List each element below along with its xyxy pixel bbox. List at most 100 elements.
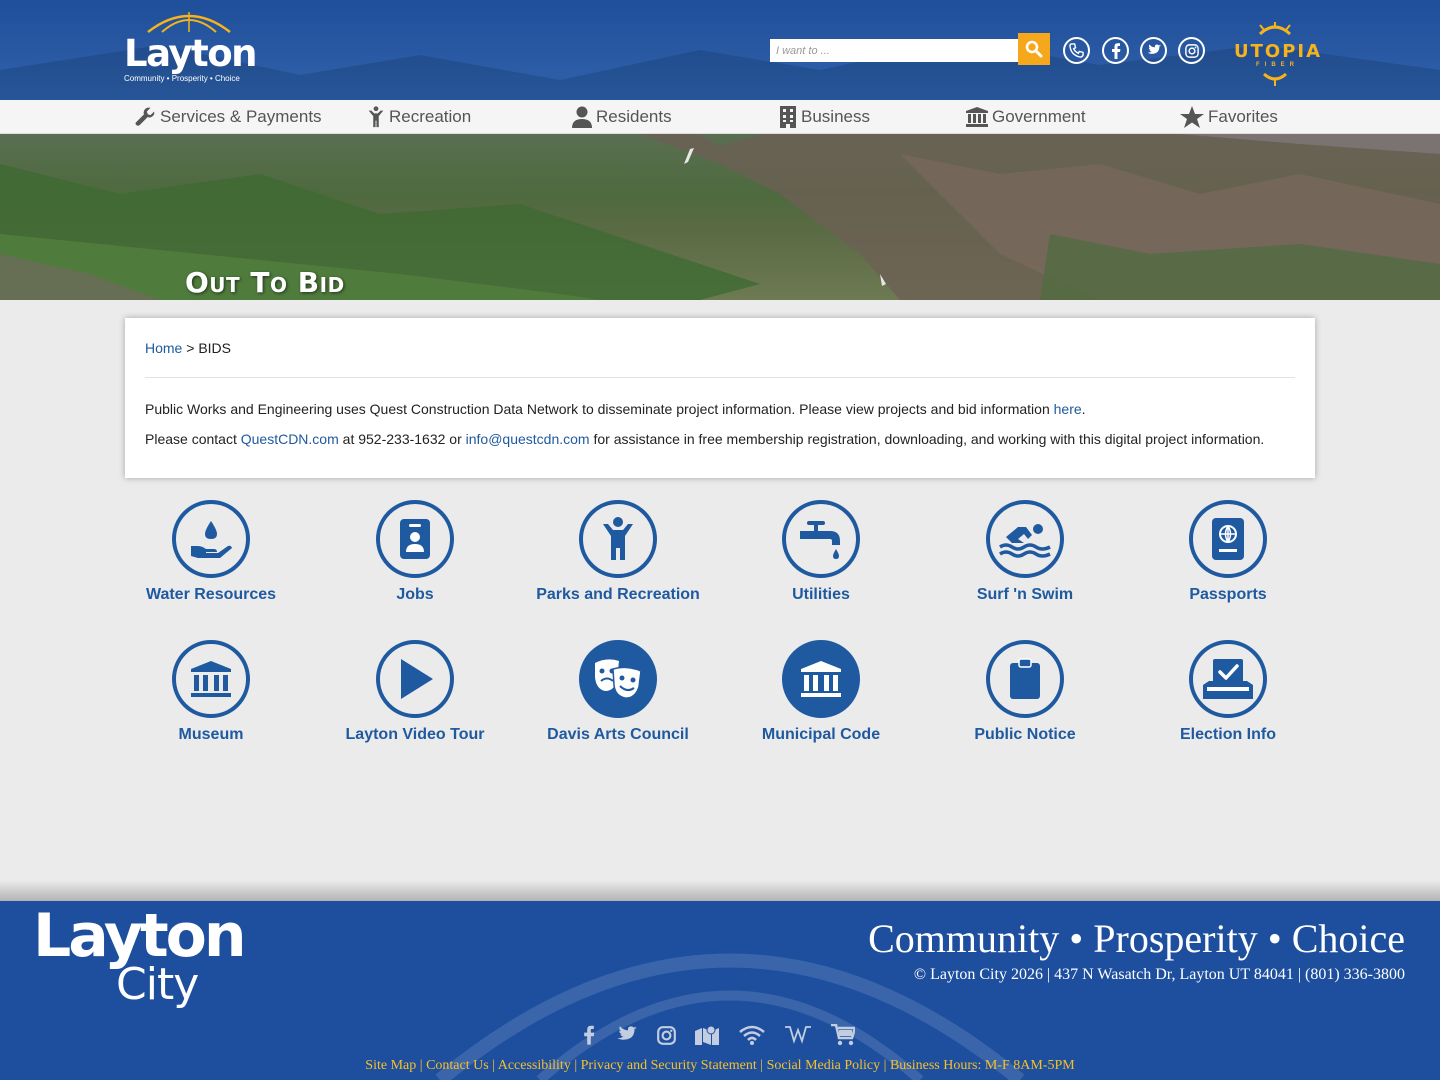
nav-label: Government xyxy=(992,107,1086,126)
here-link[interactable]: here xyxy=(1054,401,1082,417)
facebook-icon xyxy=(1111,42,1120,59)
tile-layton-video-tour[interactable]: Layton Video Tour xyxy=(320,640,510,744)
swimmer-icon xyxy=(999,524,1051,558)
layton-logo[interactable]: Layton Community • Prosperity • Choice xyxy=(122,10,257,86)
instagram-icon xyxy=(656,1025,676,1045)
footer-link-site-map[interactable]: Site Map xyxy=(365,1058,416,1073)
footer-facebook-link[interactable] xyxy=(583,1025,595,1045)
tile-water-resources[interactable]: Water Resources xyxy=(116,500,306,604)
breadcrumb-separator: > xyxy=(186,340,195,356)
tile-circle xyxy=(986,500,1064,578)
footer-links: Site Map | Contact Us | Accessibility | … xyxy=(0,1058,1440,1074)
tile-jobs[interactable]: Jobs xyxy=(320,500,510,604)
ballot-box-icon xyxy=(1203,659,1253,699)
tile-circle xyxy=(376,500,454,578)
tile-circle xyxy=(579,640,657,718)
tile-circle xyxy=(172,640,250,718)
main-nav: Services & Payments Recreation Residents… xyxy=(0,100,1440,134)
nav-item-business[interactable]: Business xyxy=(779,100,870,134)
map-icon xyxy=(695,1025,720,1045)
phone-link[interactable] xyxy=(1063,37,1090,64)
instagram-link[interactable] xyxy=(1178,37,1205,64)
footer-link-accessibility[interactable]: Accessibility xyxy=(498,1058,571,1073)
site-footer: Layton City Community • Prosperity • Cho… xyxy=(0,901,1440,1080)
breadcrumb-home-link[interactable]: Home xyxy=(145,340,182,356)
hero-banner: Out To Bid xyxy=(0,134,1440,300)
footer-shadow xyxy=(0,880,1440,902)
nav-label: Services & Payments xyxy=(160,107,322,126)
nav-item-residents[interactable]: Residents xyxy=(572,100,672,134)
tile-municipal-code[interactable]: Municipal Code xyxy=(726,640,916,744)
tile-label: Davis Arts Council xyxy=(547,726,689,743)
tile-parks-recreation[interactable]: Parks and Recreation xyxy=(523,500,713,604)
nav-item-services-payments[interactable]: Services & Payments xyxy=(134,100,322,134)
paragraph-end: . xyxy=(1081,401,1086,417)
footer-cart-link[interactable] xyxy=(830,1024,855,1046)
footer-map-link[interactable] xyxy=(695,1025,720,1045)
wrench-icon xyxy=(135,107,155,126)
passport-icon xyxy=(1212,518,1244,560)
tile-circle xyxy=(782,500,860,578)
footer-wikipedia-link[interactable] xyxy=(785,1025,812,1045)
footer-wifi-link[interactable] xyxy=(739,1025,766,1045)
phone-icon xyxy=(1069,43,1084,58)
footer-link-privacy[interactable]: Privacy and Security Statement xyxy=(581,1058,757,1073)
twitter-icon xyxy=(1147,44,1161,54)
paragraph-quest-info: Public Works and Engineering uses Quest … xyxy=(145,401,1086,417)
museum-icon xyxy=(191,661,231,697)
tile-museum[interactable]: Museum xyxy=(116,640,306,744)
breadcrumb: Home > BIDS xyxy=(145,340,231,356)
water-hand-icon xyxy=(191,521,232,558)
utopia-fiber-text: FIBER xyxy=(1256,62,1299,68)
paragraph-text: Please contact xyxy=(145,431,241,447)
footer-instagram-link[interactable] xyxy=(656,1025,676,1045)
tile-utilities[interactable]: Utilities xyxy=(726,500,916,604)
footer-link-separator: | xyxy=(760,1058,764,1073)
footer-link-contact-us[interactable]: Contact Us xyxy=(426,1058,489,1073)
tile-label: Layton Video Tour xyxy=(345,726,485,743)
paragraph-contact: Please contact QuestCDN.com at 952-233-1… xyxy=(145,431,1264,447)
logo-tagline: Community • Prosperity • Choice xyxy=(124,74,240,83)
tile-election-info[interactable]: Election Info xyxy=(1133,640,1323,744)
nav-label: Residents xyxy=(596,107,672,126)
questcdn-link[interactable]: QuestCDN.com xyxy=(241,431,339,447)
tile-label: Municipal Code xyxy=(761,726,881,743)
facebook-icon xyxy=(584,1025,595,1045)
cart-icon xyxy=(830,1024,855,1046)
tile-davis-arts-council[interactable]: Davis Arts Council xyxy=(523,640,713,744)
tile-circle xyxy=(579,500,657,578)
nav-item-government[interactable]: Government xyxy=(966,100,1086,134)
child-icon xyxy=(603,517,633,560)
star-icon xyxy=(1180,106,1204,128)
play-icon xyxy=(401,659,433,699)
tile-circle xyxy=(376,640,454,718)
footer-link-social-media-policy[interactable]: Social Media Policy xyxy=(767,1058,881,1073)
footer-twitter-link[interactable] xyxy=(615,1026,637,1044)
tile-circle xyxy=(1189,500,1267,578)
search-input[interactable] xyxy=(770,39,1018,62)
utopia-fiber-logo[interactable]: UTOPIA FIBER xyxy=(1230,22,1320,88)
tile-surf-n-swim[interactable]: Surf 'n Swim xyxy=(930,500,1120,604)
search-button[interactable] xyxy=(1018,33,1050,65)
footer-tagline: Community • Prosperity • Choice xyxy=(868,916,1405,961)
tile-label: Surf 'n Swim xyxy=(976,586,1074,603)
nav-label: Favorites xyxy=(1208,107,1278,126)
tile-label: Passports xyxy=(1189,586,1267,603)
email-link[interactable]: info@questcdn.com xyxy=(466,431,590,447)
nav-label: Business xyxy=(801,107,870,126)
faucet-icon xyxy=(800,521,840,559)
tile-passports[interactable]: Passports xyxy=(1133,500,1323,604)
twitter-link[interactable] xyxy=(1140,37,1167,64)
footer-link-business-hours[interactable]: Business Hours: M-F 8AM-5PM xyxy=(890,1058,1075,1073)
nav-item-favorites[interactable]: Favorites xyxy=(1180,100,1278,134)
utopia-wordmark: UTOPIA xyxy=(1234,41,1323,62)
paragraph-text: at 952-233-1632 or xyxy=(338,431,466,447)
tile-public-notice[interactable]: Public Notice xyxy=(930,640,1120,744)
paragraph-text: Public Works and Engineering uses Quest … xyxy=(145,401,1054,417)
logo-wordmark: Layton xyxy=(124,32,257,75)
nav-item-recreation[interactable]: Recreation xyxy=(367,100,471,134)
tile-circle xyxy=(1189,640,1267,718)
page-title: Out To Bid xyxy=(185,266,345,299)
footer-link-separator: | xyxy=(883,1058,887,1073)
facebook-link[interactable] xyxy=(1102,37,1129,64)
